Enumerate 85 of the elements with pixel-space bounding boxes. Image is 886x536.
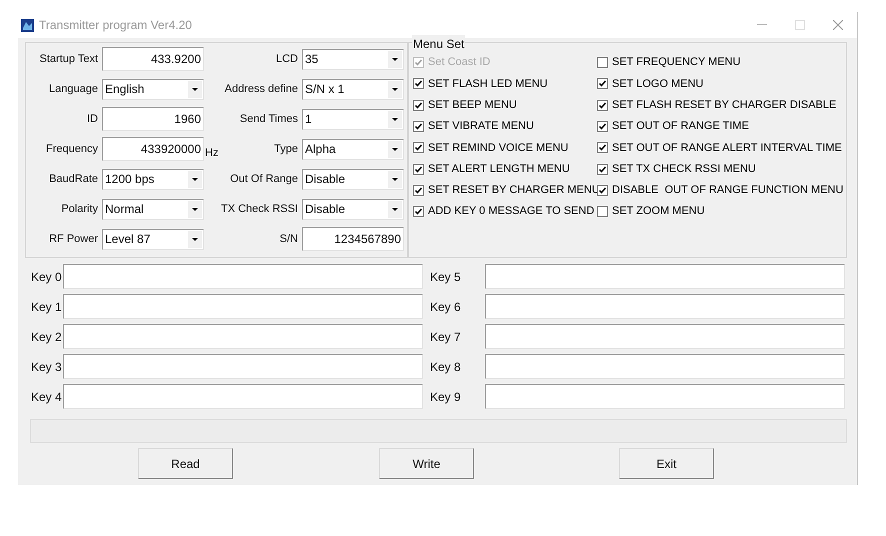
key-label: Key 1 xyxy=(31,298,63,316)
field-label: BaudRate xyxy=(48,172,99,187)
key-field[interactable] xyxy=(485,324,845,349)
dropdown[interactable]: Normal xyxy=(102,198,204,220)
text-field[interactable]: 433920000 xyxy=(102,137,204,161)
key-label: Key 0 xyxy=(31,268,63,286)
checkbox-label: SET OUT OF RANGE TIME xyxy=(612,119,749,134)
key-field[interactable] xyxy=(63,384,423,409)
checkbox[interactable] xyxy=(597,142,608,154)
key-label: Key 6 xyxy=(430,298,462,316)
field-label: Startup Text xyxy=(38,52,99,67)
checkbox-label: SET ALERT LENGTH MENU xyxy=(428,162,570,177)
checkbox[interactable] xyxy=(597,206,608,218)
checkbox[interactable] xyxy=(597,78,608,90)
checkbox-label: DISABLE OUT OF RANGE FUNCTION MENU xyxy=(612,183,844,198)
text-field[interactable]: 1960 xyxy=(102,107,204,131)
key-field[interactable] xyxy=(63,324,423,349)
dropdown[interactable]: S/N x 1 xyxy=(302,78,404,100)
checkbox[interactable] xyxy=(597,121,608,132)
field-label: TX Check RSSI xyxy=(220,202,299,217)
close-icon[interactable] xyxy=(833,20,843,30)
checkbox-label: SET FLASH RESET BY CHARGER DISABLE xyxy=(612,98,836,113)
checkbox-label: SET ZOOM MENU xyxy=(612,204,705,220)
checkbox-label: Set Coast ID xyxy=(428,55,490,70)
checkbox-label: SET OUT OF RANGE ALERT INTERVAL TIME xyxy=(612,140,842,156)
checkbox[interactable] xyxy=(413,164,424,175)
checkbox[interactable] xyxy=(413,78,424,90)
dropdown[interactable]: Disable xyxy=(302,168,404,190)
text-field[interactable]: 1234567890 xyxy=(302,227,404,251)
field-label: Type xyxy=(273,142,299,157)
key-label: Key 8 xyxy=(430,358,462,376)
checkbox-label: ADD KEY 0 MESSAGE TO SEND xyxy=(428,204,594,220)
field-label: Out Of Range xyxy=(229,172,299,187)
field-label: Send Times xyxy=(238,112,299,127)
key-field[interactable] xyxy=(485,294,845,319)
key-label: Key 4 xyxy=(31,388,63,406)
key-label: Key 3 xyxy=(31,358,63,376)
checkbox[interactable] xyxy=(413,184,424,196)
checkbox[interactable] xyxy=(413,121,424,132)
dropdown[interactable]: English xyxy=(102,78,204,100)
field-label: LCD xyxy=(274,52,299,67)
field-label: Polarity xyxy=(60,202,99,217)
field-label: S/N xyxy=(278,232,299,247)
key-label: Key 5 xyxy=(430,268,462,286)
checkbox[interactable] xyxy=(597,184,608,196)
checkbox-label: SET REMIND VOICE MENU xyxy=(428,140,568,156)
window-title: Transmitter program Ver4.20 xyxy=(39,17,192,34)
field-label: Address define xyxy=(224,82,299,97)
checkbox[interactable] xyxy=(597,100,608,111)
dropdown[interactable]: Alpha xyxy=(302,138,404,160)
checkbox-label: SET LOGO MENU xyxy=(612,76,704,92)
checkbox-label: SET VIBRATE MENU xyxy=(428,119,534,134)
key-field[interactable] xyxy=(485,354,845,379)
field-label: ID xyxy=(86,112,99,127)
checkbox-label: SET FREQUENCY MENU xyxy=(612,55,741,70)
text-field[interactable]: 433.9200 xyxy=(102,47,204,71)
key-field[interactable] xyxy=(485,264,845,289)
checkbox[interactable] xyxy=(413,142,424,154)
checkbox[interactable] xyxy=(413,206,424,218)
key-label: Key 7 xyxy=(430,328,462,346)
key-label: Key 2 xyxy=(31,328,63,346)
action-button[interactable]: Read xyxy=(138,448,233,479)
action-button[interactable]: Exit xyxy=(619,448,714,479)
field-label: Language xyxy=(48,82,99,97)
dropdown[interactable]: 1200 bps xyxy=(102,168,204,190)
dropdown[interactable]: 35 xyxy=(302,48,404,70)
key-field[interactable] xyxy=(63,264,423,289)
field-label: Frequency xyxy=(45,142,99,157)
checkbox[interactable] xyxy=(597,57,608,68)
checkbox-label: SET BEEP MENU xyxy=(428,98,517,113)
checkbox-label: SET TX CHECK RSSI MENU xyxy=(612,162,756,177)
checkbox-label: SET FLASH LED MENU xyxy=(428,76,548,92)
key-field[interactable] xyxy=(63,354,423,379)
action-button[interactable]: Write xyxy=(379,448,474,479)
key-label: Key 9 xyxy=(430,388,462,406)
dropdown[interactable]: 1 xyxy=(302,108,404,130)
unit-label: Hz xyxy=(205,146,218,160)
checkbox[interactable] xyxy=(597,164,608,175)
key-field[interactable] xyxy=(485,384,845,409)
checkbox[interactable] xyxy=(413,100,424,111)
key-field[interactable] xyxy=(63,294,423,319)
field-label: RF Power xyxy=(48,232,99,247)
app-icon xyxy=(21,18,34,32)
dropdown[interactable]: Level 87 xyxy=(102,228,204,250)
dropdown[interactable]: Disable xyxy=(302,198,404,220)
